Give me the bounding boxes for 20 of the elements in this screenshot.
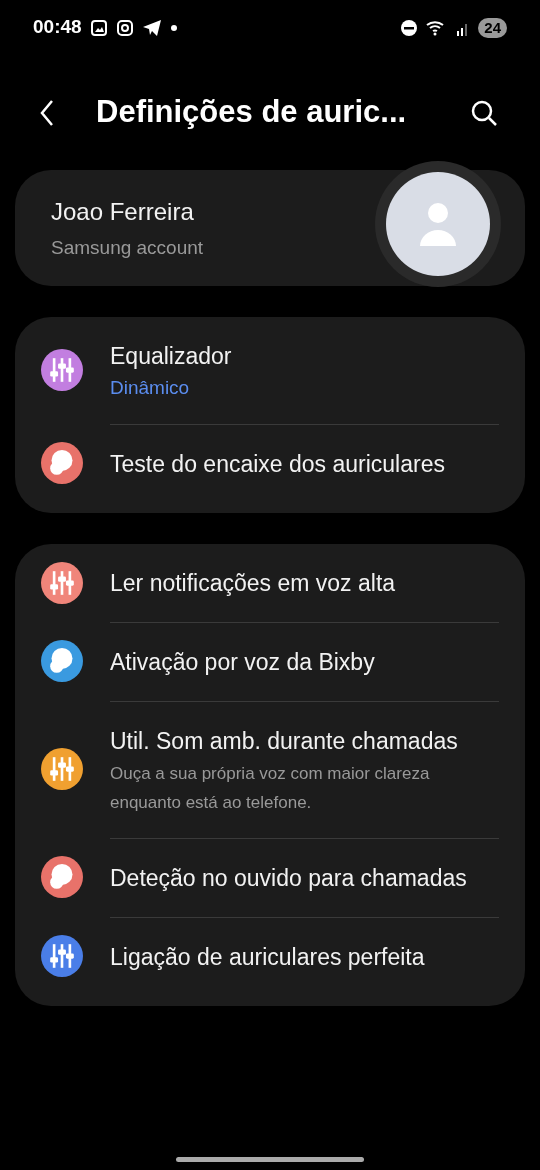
minus-circle-icon bbox=[400, 18, 419, 37]
item-value: Dinâmico bbox=[110, 376, 191, 400]
item-title[interactable]: Ligação de auriculares perfeita bbox=[110, 938, 499, 975]
item-title[interactable]: Ativação por voz da Bixby bbox=[110, 643, 499, 680]
account-subtitle: Samsung account bbox=[51, 235, 204, 260]
status-time: 00:48 bbox=[33, 15, 82, 40]
page-title: Definições de auric... bbox=[96, 93, 408, 132]
item-title[interactable]: Ler notificações em voz alta bbox=[110, 564, 499, 601]
item-description: Ouça a sua própria voz com maior clareza enquanto está ao telefone. bbox=[110, 762, 431, 814]
item-title[interactable]: Deteção no ouvido para chamadas bbox=[110, 859, 499, 896]
battery-level: 24 bbox=[478, 17, 507, 38]
camera-icon bbox=[115, 18, 134, 37]
gallery-icon bbox=[89, 18, 108, 37]
person-icon bbox=[420, 202, 456, 246]
send-icon bbox=[141, 18, 162, 37]
item-title[interactable]: Util. Som amb. durante chamadas bbox=[110, 722, 499, 759]
item-title[interactable]: Equalizador bbox=[110, 338, 499, 374]
dot-icon bbox=[169, 23, 178, 32]
account-name: Joao Ferreira bbox=[51, 196, 194, 227]
item-title[interactable]: Teste do encaixe dos auriculares bbox=[110, 445, 499, 482]
